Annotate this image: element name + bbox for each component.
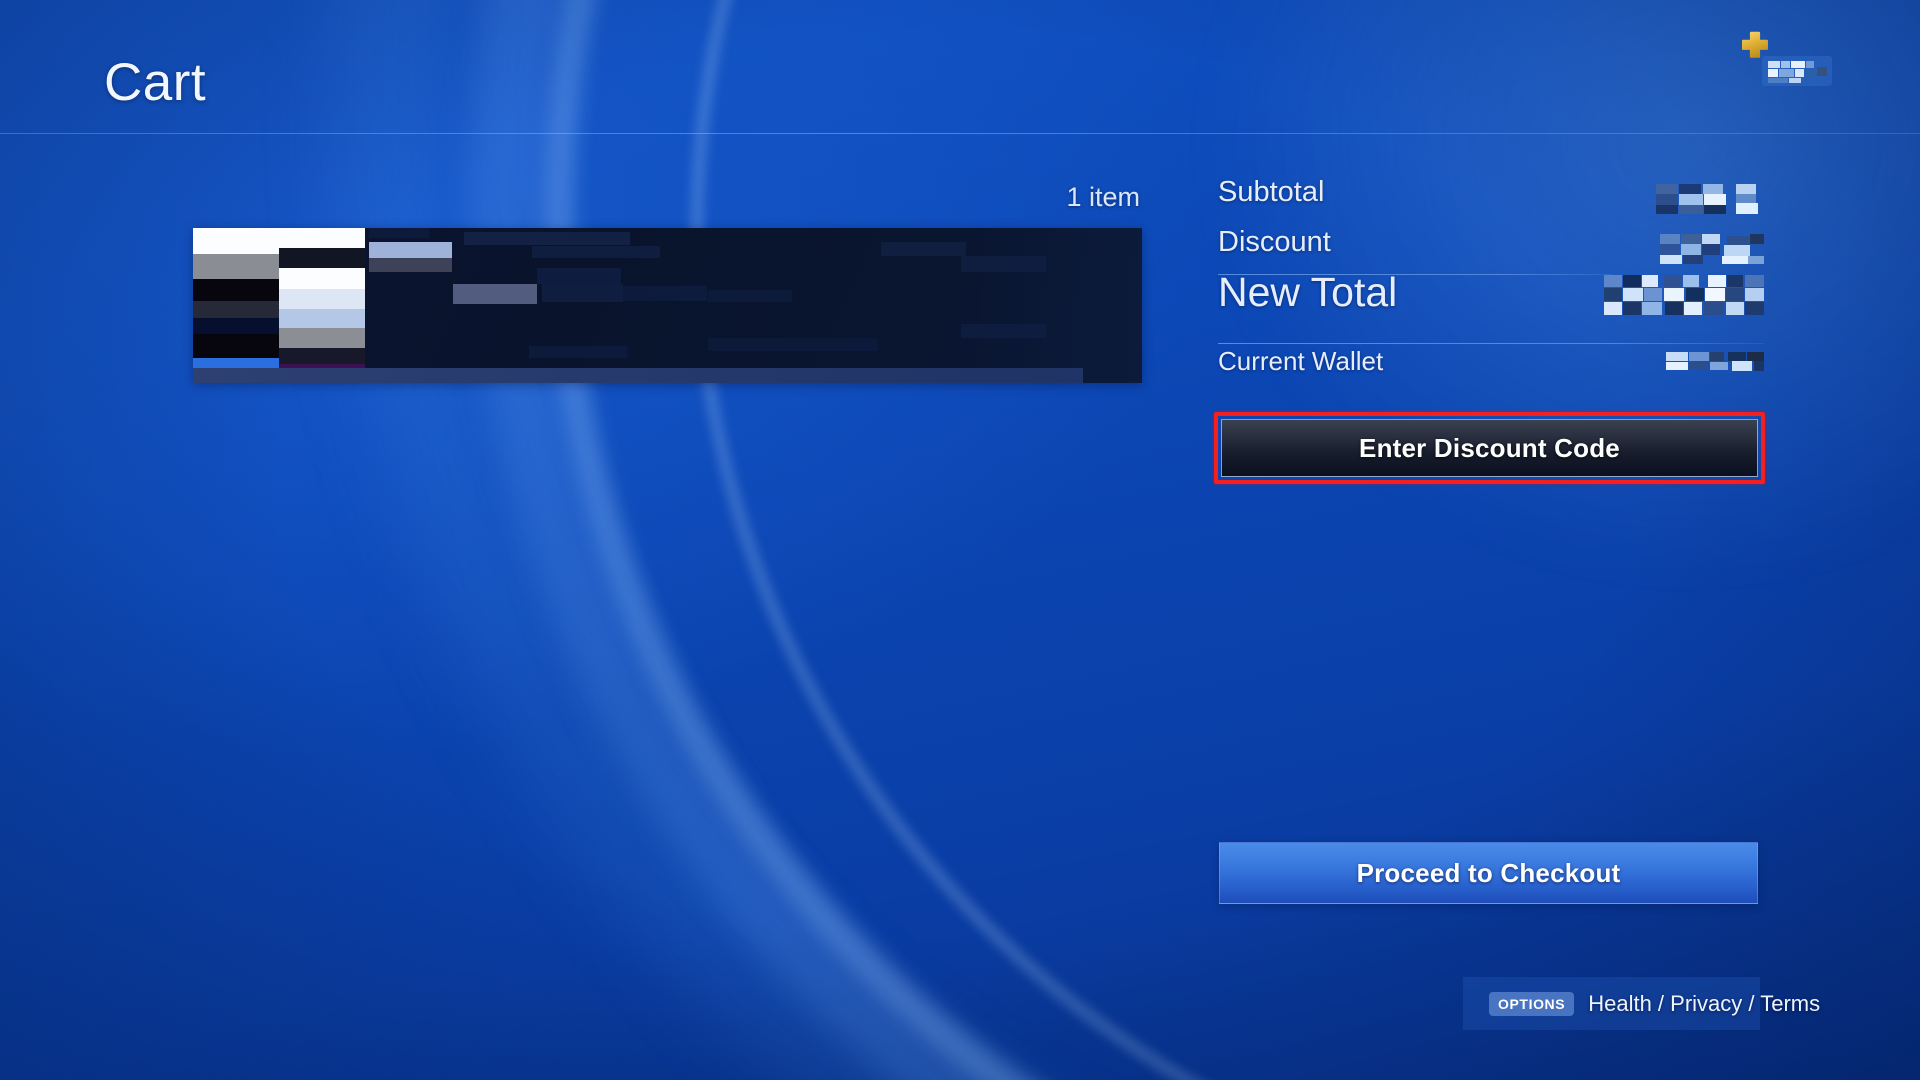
- cart-item-right-shade: [970, 228, 1142, 383]
- summary-label-current-wallet: Current Wallet: [1218, 346, 1384, 376]
- summary-label-discount: Discount: [1218, 226, 1331, 258]
- cart-item-thumbnail-redacted: [193, 228, 365, 368]
- health-privacy-terms-label[interactable]: Health / Privacy / Terms: [1588, 991, 1820, 1017]
- summary-value-current-wallet-redacted: [1666, 352, 1764, 376]
- summary-row-current-wallet: Current Wallet: [1218, 344, 1764, 392]
- enter-discount-code-button[interactable]: Enter Discount Code: [1221, 419, 1758, 477]
- ps-store-cart-screen: Cart 1 item Subtotal Discount New Total …: [0, 0, 1920, 1080]
- summary-row-subtotal: Subtotal: [1218, 176, 1764, 226]
- header-divider: [0, 133, 1920, 134]
- cart-item-row[interactable]: [193, 228, 1142, 383]
- order-summary: Subtotal Discount New Total Current Wall…: [1218, 176, 1764, 392]
- options-button-badge[interactable]: OPTIONS: [1489, 991, 1575, 1016]
- header: Cart: [0, 0, 1920, 134]
- summary-value-discount-redacted: [1660, 234, 1764, 264]
- summary-row-new-total: New Total: [1218, 269, 1764, 341]
- summary-value-new-total-redacted: [1604, 275, 1764, 315]
- cart-item-count: 1 item: [1066, 182, 1140, 212]
- wallet-balance-redacted[interactable]: [1762, 56, 1832, 86]
- cart-item-footer-bar: [193, 368, 1083, 383]
- proceed-to-checkout-button[interactable]: Proceed to Checkout: [1219, 842, 1758, 904]
- summary-value-subtotal-redacted: [1656, 184, 1764, 214]
- page-title: Cart: [104, 53, 207, 112]
- options-footer-bar[interactable]: OPTIONS Health / Privacy / Terms: [1463, 977, 1820, 1030]
- summary-label-new-total: New Total: [1218, 269, 1398, 315]
- summary-label-subtotal: Subtotal: [1218, 176, 1325, 208]
